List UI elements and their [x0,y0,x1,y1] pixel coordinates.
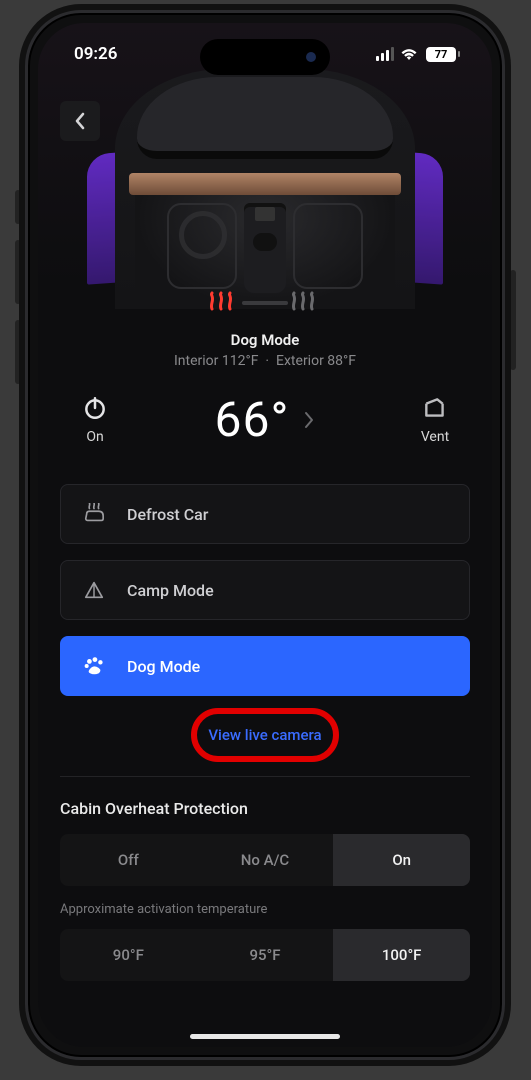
mode-subtitle: Interior 112°F · Exterior 88°F [60,353,470,369]
home-indicator[interactable] [190,1034,340,1039]
approx-activation-label: Approximate activation temperature [60,902,470,917]
vent-toggle[interactable]: Vent [400,395,470,445]
vent-label: Vent [421,429,449,445]
wifi-icon [400,47,418,61]
temperature-row: On 66° Vent [60,391,470,448]
tent-icon [83,579,105,601]
overheat-on[interactable]: On [333,834,470,886]
app-screen: 09:26 77 [38,23,492,1047]
chevron-right-icon [303,410,315,430]
option-camp[interactable]: Camp Mode [60,560,470,620]
option-defrost-label: Defrost Car [127,505,208,524]
mode-option-list: Defrost Car Camp Mode [60,484,470,696]
divider [60,776,470,777]
overheat-segment: Off No A/C On [60,834,470,886]
status-time: 09:26 [74,44,117,64]
temp-90[interactable]: 90°F [60,929,197,981]
seat-heat-right-icon[interactable] [289,291,323,313]
overheat-off[interactable]: Off [60,834,197,886]
temperature-value: 66° [215,391,290,448]
view-live-camera-link[interactable]: View live camera [190,716,339,754]
exterior-temp: Exterior 88°F [276,353,356,369]
cellular-signal-icon [376,47,394,61]
power-toggle[interactable]: On [60,395,130,445]
vent-icon [422,395,448,421]
option-camp-label: Camp Mode [127,581,214,600]
option-dog-label: Dog Mode [127,657,200,676]
power-label: On [86,429,103,445]
mode-title: Dog Mode [60,331,470,349]
back-button[interactable] [60,101,100,141]
power-icon [82,395,108,421]
temp-100[interactable]: 100°F [333,929,470,981]
sheet-drag-handle[interactable] [242,301,288,305]
vehicle-illustration [115,69,415,309]
temp-95[interactable]: 95°F [197,929,334,981]
defrost-icon [83,503,105,525]
option-dog[interactable]: Dog Mode [60,636,470,696]
main-content: Dog Mode Interior 112°F · Exterior 88°F … [38,313,492,1047]
interior-temp: Interior 112°F [174,353,258,369]
battery-pct: 77 [435,48,448,61]
seat-heat-left-icon[interactable] [207,291,241,313]
option-defrost[interactable]: Defrost Car [60,484,470,544]
activation-temp-segment: 90°F 95°F 100°F [60,929,470,981]
temperature-control[interactable]: 66° [130,391,400,448]
dynamic-island [200,39,330,75]
live-camera-row: View live camera [60,716,470,754]
mode-header: Dog Mode Interior 112°F · Exterior 88°F [60,331,470,369]
battery-indicator: 77 [424,46,462,63]
overheat-title: Cabin Overheat Protection [60,799,470,818]
overheat-noac[interactable]: No A/C [197,834,334,886]
phone-frame: 09:26 77 [25,10,505,1060]
paw-icon [83,655,105,677]
status-right: 77 [376,46,462,63]
